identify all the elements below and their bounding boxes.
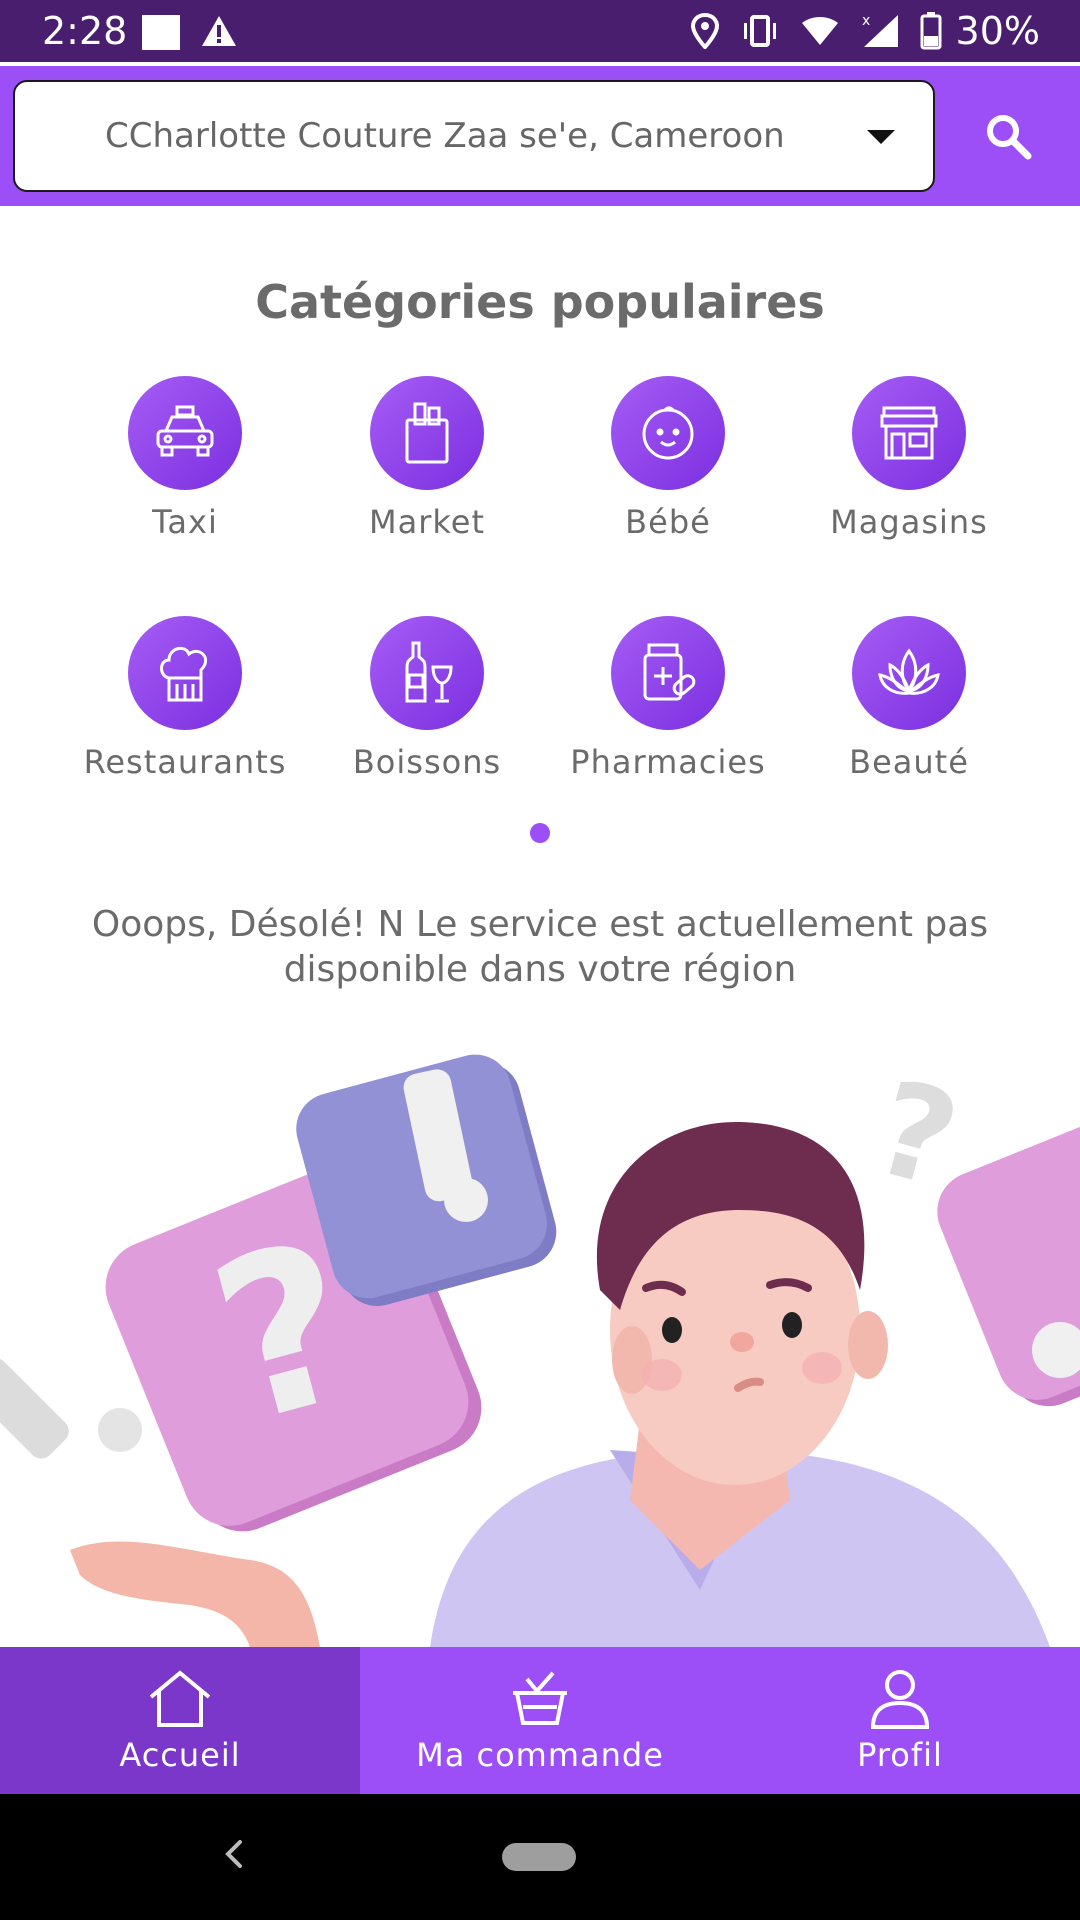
basket-icon <box>505 1669 575 1733</box>
nav-ma-commande[interactable]: Ma commande <box>360 1647 720 1794</box>
page-indicator <box>530 823 550 843</box>
category-taxi[interactable]: Taxi <box>65 376 305 544</box>
category-restaurants[interactable]: Restaurants <box>65 616 305 784</box>
category-market[interactable]: Market <box>307 376 547 544</box>
category-label: Beauté <box>849 743 969 781</box>
medicine-icon <box>611 616 725 730</box>
battery-percent: 30% <box>955 9 1040 53</box>
nav-accueil[interactable]: Accueil <box>0 1647 360 1794</box>
category-bebe[interactable]: Bébé <box>548 376 788 544</box>
chef-hat-icon <box>128 616 242 730</box>
nav-label: Ma commande <box>416 1736 664 1774</box>
category-boissons[interactable]: Boissons <box>307 616 547 784</box>
category-label: Magasins <box>830 503 988 541</box>
header-divider <box>0 62 1080 66</box>
message-line-1: Ooops, Désolé! N Le service est actuelle… <box>91 904 989 945</box>
wifi-icon <box>800 15 840 47</box>
bottom-navigation: Accueil Ma commande Profil <box>0 1647 1080 1794</box>
battery-icon <box>920 12 942 50</box>
category-beaute[interactable]: Beauté <box>789 616 1029 784</box>
category-pharmacies[interactable]: Pharmacies <box>548 616 788 784</box>
home-pill-button[interactable] <box>502 1843 576 1871</box>
section-title: Catégories populaires <box>255 275 825 329</box>
category-label: Pharmacies <box>570 743 766 781</box>
profile-icon <box>865 1669 935 1733</box>
category-label: Boissons <box>352 743 502 781</box>
back-icon[interactable] <box>222 1834 246 1878</box>
taxi-icon <box>128 376 242 490</box>
status-time: 2:28 <box>42 9 128 53</box>
category-label: Taxi <box>152 503 218 541</box>
status-bar: 2:28 x 30% <box>0 0 1080 62</box>
category-label: Bébé <box>625 503 711 541</box>
lotus-icon <box>852 616 966 730</box>
location-icon <box>690 13 720 49</box>
location-text: CCharlotte Couture Zaa se'e, Cameroon <box>105 116 785 156</box>
home-icon <box>145 1669 215 1733</box>
notification-square-icon <box>142 15 180 50</box>
nav-label: Accueil <box>119 1736 241 1774</box>
unavailable-message: Ooops, Désolé! N Le service est actuelle… <box>40 902 1040 992</box>
vibrate-icon <box>740 15 780 47</box>
chevron-down-icon <box>867 130 895 144</box>
shopping-bag-icon <box>370 376 484 490</box>
search-button[interactable] <box>976 104 1042 170</box>
svg-text:x: x <box>862 13 870 29</box>
drinks-icon <box>370 616 484 730</box>
signal-icon: x <box>860 13 900 49</box>
warning-icon <box>200 14 238 52</box>
nav-profil[interactable]: Profil <box>720 1647 1080 1794</box>
nav-label: Profil <box>857 1736 943 1774</box>
store-icon <box>852 376 966 490</box>
category-magasins[interactable]: Magasins <box>789 376 1029 544</box>
confused-person-illustration: ? ? <box>0 1030 1080 1647</box>
baby-icon <box>611 376 725 490</box>
category-label: Restaurants <box>83 743 287 781</box>
message-line-2: disponible dans votre région <box>283 949 797 990</box>
category-label: Market <box>369 503 485 541</box>
location-dropdown[interactable]: CCharlotte Couture Zaa se'e, Cameroon <box>13 80 935 192</box>
